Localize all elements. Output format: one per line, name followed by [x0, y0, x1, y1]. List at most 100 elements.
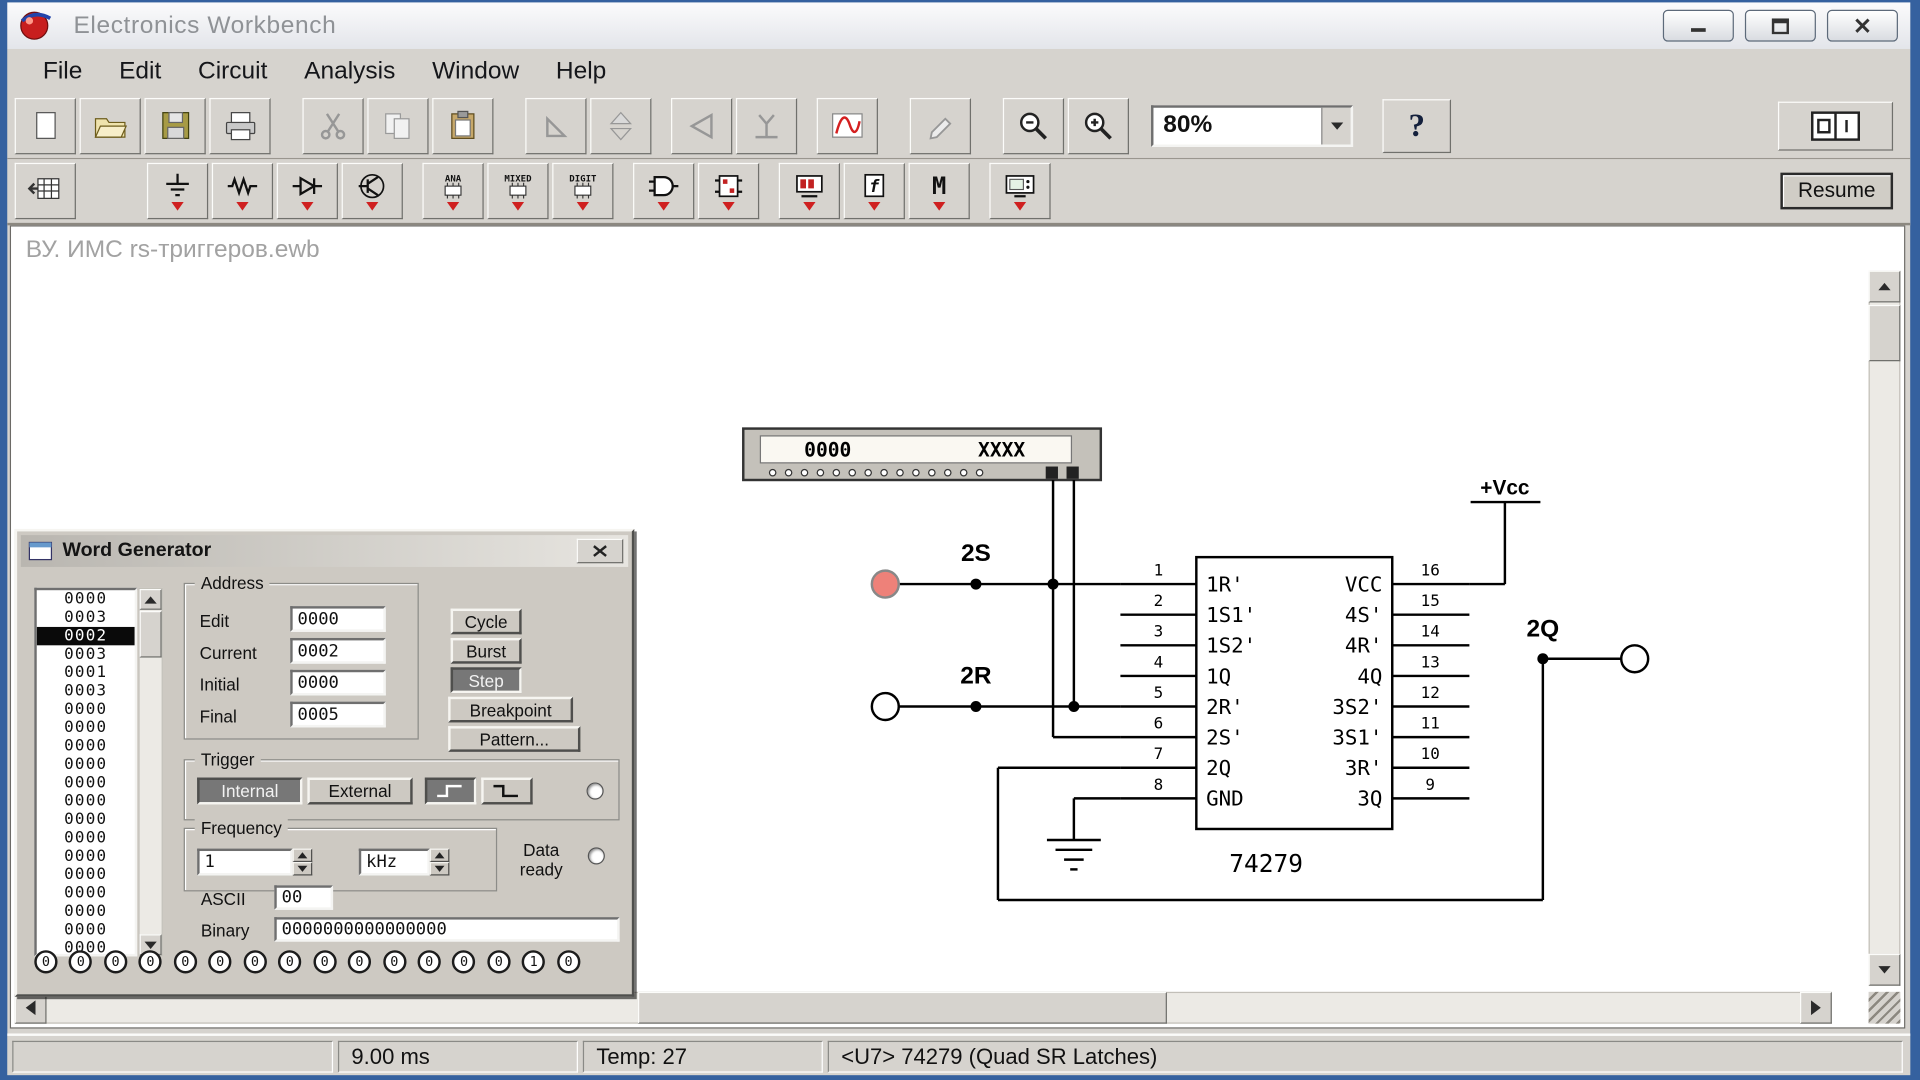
word-list-item[interactable]: 0000 — [37, 719, 135, 737]
word-list-item[interactable]: 0000 — [37, 792, 135, 810]
menu-help[interactable]: Help — [538, 57, 625, 85]
burst-button[interactable]: Burst — [451, 638, 522, 664]
menu-analysis[interactable]: Analysis — [286, 57, 414, 85]
sources-bin-button[interactable] — [147, 163, 208, 219]
word-list-item[interactable]: 0000 — [37, 847, 135, 865]
word-list-item[interactable]: 0000 — [37, 811, 135, 829]
indicators-bin-button[interactable] — [779, 163, 840, 219]
data-ready-radio[interactable] — [588, 847, 605, 864]
close-button[interactable] — [1827, 10, 1898, 42]
word-list-item[interactable]: 0000 — [37, 774, 135, 792]
word-list-item[interactable]: 0000 — [37, 884, 135, 902]
favorites-bin-button[interactable] — [15, 163, 76, 219]
initial-address-field[interactable]: 0000 — [290, 670, 386, 696]
mixed-ics-bin-button[interactable]: MIXED — [487, 163, 548, 219]
scroll-down-button[interactable] — [1869, 954, 1901, 986]
zoom-out-button[interactable] — [1003, 97, 1064, 153]
miscellaneous-bin-button[interactable]: M — [909, 163, 970, 219]
menu-circuit[interactable]: Circuit — [180, 57, 286, 85]
stepper-up[interactable] — [430, 849, 450, 862]
pattern-button[interactable]: Pattern... — [448, 726, 580, 752]
resume-button[interactable]: Resume — [1780, 173, 1893, 210]
ascii-field[interactable]: 00 — [274, 885, 333, 909]
zoom-level-combobox[interactable]: 80% — [1151, 105, 1353, 147]
word-generator-instrument[interactable]: 0000 XXXX — [743, 429, 1101, 480]
frequency-unit-field[interactable]: kHz — [359, 849, 430, 876]
frequency-value-field[interactable]: 1 — [197, 849, 293, 876]
stepper-down[interactable] — [430, 862, 450, 875]
open-button[interactable] — [80, 97, 141, 153]
frequency-stepper[interactable] — [293, 849, 313, 876]
trigger-edge-rising-button[interactable] — [425, 778, 476, 805]
word-list-scroll-up[interactable] — [140, 589, 162, 610]
word-generator-titlebar[interactable]: Word Generator — [21, 535, 628, 567]
input-node-2s[interactable] — [872, 571, 899, 598]
power-switch[interactable] — [1778, 101, 1893, 150]
digital-ics-bin-button[interactable]: DIGIT — [552, 163, 613, 219]
maximize-button[interactable] — [1745, 10, 1816, 42]
instruments-bin-button[interactable] — [989, 163, 1050, 219]
zoom-dropdown-button[interactable] — [1321, 107, 1350, 144]
word-list-item[interactable]: 0000 — [37, 866, 135, 884]
trigger-internal-button[interactable]: Internal — [197, 778, 302, 805]
word-list-scrollbar[interactable] — [138, 588, 162, 957]
word-list-item[interactable]: 0003 — [37, 682, 135, 700]
frequency-unit-stepper[interactable] — [430, 849, 450, 876]
analog-ics-bin-button[interactable]: ANA — [422, 163, 483, 219]
word-list-item[interactable]: 0000 — [37, 590, 135, 608]
word-list-item[interactable]: 0000 — [37, 829, 135, 847]
scroll-right-button[interactable] — [1800, 992, 1832, 1024]
word-list-item[interactable]: 0001 — [37, 664, 135, 682]
final-address-field[interactable]: 0005 — [290, 702, 386, 728]
trigger-radio[interactable] — [587, 782, 604, 799]
breakpoint-button[interactable]: Breakpoint — [448, 697, 573, 723]
edit-address-field[interactable]: 0000 — [290, 606, 386, 632]
horizontal-scrollbar-thumb[interactable] — [638, 992, 1167, 1024]
word-list-item[interactable]: 0000 — [37, 737, 135, 755]
vertical-scrollbar-track[interactable] — [1869, 271, 1901, 986]
output-node-2q[interactable] — [1621, 645, 1648, 672]
new-button[interactable] — [15, 97, 76, 153]
word-list-item[interactable]: 0000 — [37, 902, 135, 920]
zoom-in-button[interactable] — [1068, 97, 1129, 153]
word-list-item[interactable]: 0000 — [37, 921, 135, 939]
word-list-item[interactable]: 0003 — [37, 609, 135, 627]
transistors-bin-button[interactable] — [342, 163, 403, 219]
binary-field[interactable]: 0000000000000000 — [274, 917, 619, 941]
scroll-up-button[interactable] — [1869, 271, 1901, 303]
word-list-item[interactable]: 0000 — [37, 756, 135, 774]
print-button[interactable] — [209, 97, 270, 153]
word-generator-dialog[interactable]: Word Generator 0000 0003 0002 0003 0001 … — [15, 529, 635, 997]
diodes-bin-button[interactable] — [277, 163, 338, 219]
minimize-button[interactable] — [1663, 10, 1734, 42]
help-button[interactable]: ? — [1382, 99, 1451, 153]
word-list-item[interactable]: 0003 — [37, 645, 135, 663]
save-button[interactable] — [144, 97, 205, 153]
trigger-external-button[interactable]: External — [307, 778, 412, 805]
cycle-button[interactable]: Cycle — [451, 609, 522, 635]
step-button[interactable]: Step — [451, 667, 522, 693]
stepper-down[interactable] — [293, 862, 313, 875]
controls-bin-button[interactable]: f — [844, 163, 905, 219]
stepper-up[interactable] — [293, 849, 313, 862]
paste-button[interactable] — [432, 97, 493, 153]
word-list-item-selected[interactable]: 0002 — [37, 627, 135, 645]
vertical-scrollbar-thumb[interactable] — [1869, 305, 1901, 361]
menu-window[interactable]: Window — [414, 57, 538, 85]
menu-edit[interactable]: Edit — [101, 57, 180, 85]
display-graphs-button[interactable] — [817, 97, 878, 153]
chip-74279[interactable]: 1R' 1S1' 1S2' 1Q 2R' 2S' 2Q GND VCC 4S' … — [1196, 557, 1392, 829]
logic-gates-bin-button[interactable] — [633, 163, 694, 219]
digital-bin-button[interactable] — [698, 163, 759, 219]
ground-symbol[interactable] — [1047, 840, 1101, 869]
menu-file[interactable]: File — [24, 57, 100, 85]
dialog-close-button[interactable] — [577, 539, 624, 563]
word-list[interactable]: 0000 0003 0002 0003 0001 0003 0000 0000 … — [34, 588, 137, 957]
resize-grip[interactable] — [1869, 992, 1901, 1024]
current-address-field[interactable]: 0002 — [290, 638, 386, 664]
input-node-2r[interactable] — [872, 693, 899, 720]
trigger-edge-falling-button[interactable] — [481, 778, 532, 805]
word-list-scroll-thumb[interactable] — [140, 611, 162, 658]
basic-bin-button[interactable] — [212, 163, 273, 219]
word-list-item[interactable]: 0000 — [37, 700, 135, 718]
